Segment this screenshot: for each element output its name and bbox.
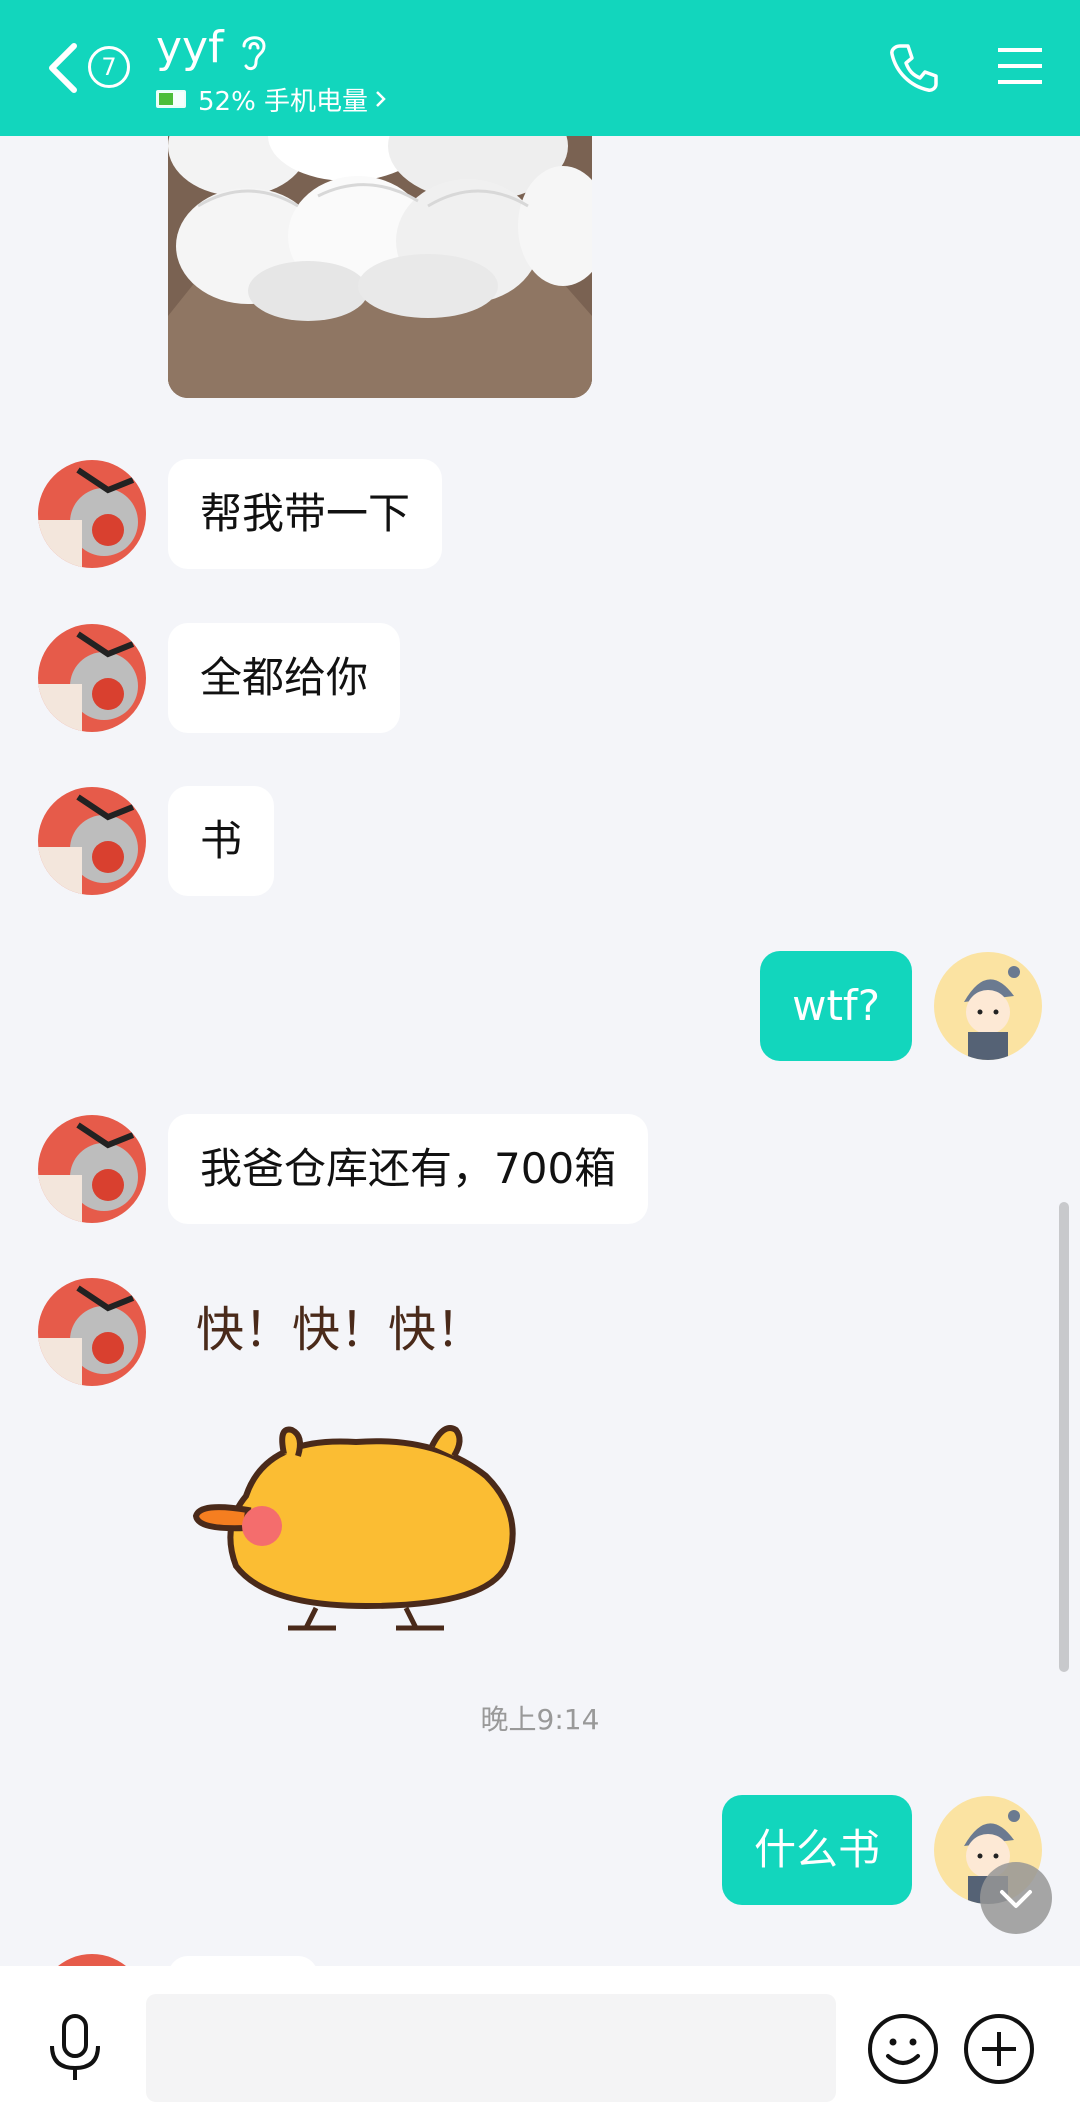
contact-name[interactable]: yyf: [156, 22, 224, 74]
mic-icon[interactable]: [44, 2012, 106, 2084]
battery-text: 52% 手机电量: [198, 86, 369, 117]
emoji-icon[interactable]: [866, 2012, 940, 2086]
scroll-down-icon[interactable]: [980, 1862, 1052, 1934]
scrollbar[interactable]: [1059, 1202, 1069, 1672]
image-message[interactable]: [168, 136, 592, 398]
friend-avatar[interactable]: [38, 787, 146, 895]
masks-photo: [168, 136, 592, 398]
sticker-message-caption[interactable]: 快！快！快！: [196, 1294, 526, 1364]
unread-count-badge[interactable]: 7: [88, 46, 130, 88]
ear-icon[interactable]: [236, 30, 272, 74]
message-bubble-outgoing[interactable]: wtf?: [760, 951, 912, 1061]
friend-avatar[interactable]: [38, 624, 146, 732]
friend-avatar[interactable]: [38, 1115, 146, 1223]
friend-avatar[interactable]: [38, 1954, 146, 1966]
message-bubble-incoming[interactable]: 全都给你: [168, 623, 401, 733]
my-avatar[interactable]: [934, 952, 1042, 1060]
message-bubble-incoming[interactable]: 我爸仓库还有，700箱: [168, 1114, 649, 1224]
phone-icon[interactable]: [886, 40, 942, 96]
sticker-caption-text: 快！快！快！: [196, 1302, 484, 1358]
message-text-input[interactable]: [146, 1994, 836, 2102]
battery-icon: [156, 90, 186, 108]
plus-icon[interactable]: [962, 2012, 1036, 2086]
message-bubble-incoming[interactable]: 帮我带一下: [168, 459, 443, 569]
battery-status[interactable]: 52% 手机电量: [156, 82, 388, 117]
back-icon[interactable]: [40, 40, 86, 96]
message-bubble-outgoing[interactable]: 什么书: [721, 1795, 912, 1905]
chat-message-list[interactable]: 帮我带一下 全都给你 书 wtf? 我爸仓库还有，700箱 快！快！快！ 晚上9…: [0, 136, 1080, 1966]
friend-avatar[interactable]: [38, 1278, 146, 1386]
message-bubble-incoming[interactable]: 书: [168, 786, 275, 896]
menu-icon[interactable]: [996, 44, 1044, 88]
chick-sticker[interactable]: [186, 1416, 526, 1636]
chat-header: 7 yyf 52% 手机电量: [0, 0, 1080, 136]
message-timestamp: 晚上9:14: [480, 1703, 600, 1736]
message-bubble-incoming-partial[interactable]: [168, 1956, 318, 1966]
friend-avatar[interactable]: [38, 460, 146, 568]
message-input-bar: [0, 1966, 1080, 2128]
chevron-right-icon: [376, 91, 386, 107]
